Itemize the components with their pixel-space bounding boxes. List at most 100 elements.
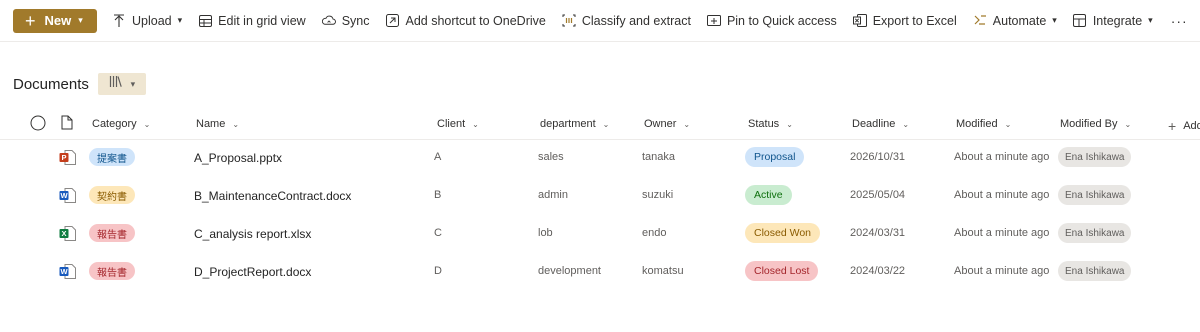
chevron-down-icon: ⌄ [1124,119,1132,129]
column-header-modified[interactable]: Modified ⌄ [956,118,1011,130]
select-all-checkbox[interactable] [30,115,46,131]
classify-icon [562,14,576,28]
svg-text:P: P [61,153,66,162]
chevron-down-icon: ⌄ [683,119,691,129]
xlsx-file-icon: X [59,226,76,241]
status-header-label: Status [748,118,780,130]
column-header-owner[interactable]: Owner ⌄ [644,118,690,130]
modified-value: About a minute ago [954,151,1050,163]
chevron-down-icon: ⌄ [143,119,151,129]
sync-button[interactable]: Sync [321,13,370,28]
new-button[interactable]: + New ▾ [13,8,97,33]
table-row[interactable]: X 報告書 C_analysis report.xlsx C lob endo … [0,214,1200,252]
integrate-icon [1073,14,1087,28]
file-type-icon[interactable] [61,115,73,130]
category-badge: 報告書 [89,262,135,280]
status-badge: Proposal [745,147,805,167]
column-header-status[interactable]: Status ⌄ [748,118,793,130]
list-header: Category ⌄ Name ⌄ Client ⌄ department ⌄ Owne… [0,112,1200,140]
category-badge: 契約書 [89,186,135,204]
chevron-down-icon: ▾ [78,15,83,25]
grid-view-label: Edit in grid view [218,13,306,28]
owner-value: komatsu [642,265,684,277]
client-value: D [434,265,442,277]
client-header-label: Client [437,118,466,130]
plus-icon: + [25,10,36,31]
column-header-category[interactable]: Category ⌄ [92,118,150,130]
status-badge: Closed Won [745,223,821,243]
deadline-value: 2024/03/22 [850,265,906,277]
client-value: A [434,151,442,163]
library-header: Documents ▾ [13,73,146,95]
deadline-header-label: Deadline [852,118,896,130]
modified-value: About a minute ago [954,265,1050,277]
table-row[interactable]: P 提案書 A_Proposal.pptx A sales tanaka Pro… [0,138,1200,176]
chevron-down-icon: ⌄ [1004,119,1012,129]
svg-text:W: W [60,267,68,276]
view-switcher-button[interactable]: ▾ [97,73,146,95]
file-name-link[interactable]: C_analysis report.xlsx [194,227,311,241]
file-name-link[interactable]: A_Proposal.pptx [194,151,282,165]
sync-label: Sync [341,13,370,28]
shortcut-icon [386,14,400,28]
add-column-button[interactable]: + Add [1168,118,1200,134]
category-badge: 報告書 [89,224,135,242]
upload-button[interactable]: Upload ▾ [112,14,182,28]
automate-button[interactable]: Automate ▾ [973,14,1057,28]
department-value: development [538,265,601,277]
modified-header-label: Modified [956,118,998,130]
export-excel-button[interactable]: Export to Excel [852,13,957,28]
chevron-down-icon: ▾ [130,78,136,89]
table-row[interactable]: W 契約書 B_MaintenanceContract.docx B admin… [0,176,1200,214]
pin-quick-access-button[interactable]: Pin to Quick access [706,13,837,28]
column-header-name[interactable]: Name ⌄ [196,118,239,130]
department-header-label: department [540,118,596,130]
add-shortcut-label: Add shortcut to OneDrive [405,13,546,28]
column-header-deadline[interactable]: Deadline ⌄ [852,118,909,130]
classify-extract-button[interactable]: Classify and extract [562,14,691,28]
integrate-button[interactable]: Integrate ▾ [1073,14,1153,28]
library-view-icon [109,75,123,93]
svg-text:X: X [61,229,66,238]
category-badge: 提案書 [89,148,135,166]
modified-by-persona[interactable]: Ena Ishikawa [1058,223,1132,243]
category-header-label: Category [92,118,137,130]
modified-value: About a minute ago [954,227,1050,239]
deadline-value: 2024/03/31 [850,227,906,239]
grid-icon [198,14,212,28]
automate-label: Automate [992,13,1047,28]
sync-icon [321,14,336,28]
export-excel-label: Export to Excel [872,13,957,28]
column-header-client[interactable]: Client ⌄ [437,118,479,130]
docx-file-icon: W [59,264,76,279]
owner-value: endo [642,227,667,239]
name-header-label: Name [196,118,226,130]
docx-file-icon: W [59,188,76,203]
table-row[interactable]: W 報告書 D_ProjectReport.docx D development… [0,252,1200,290]
upload-label: Upload [132,13,172,28]
chevron-down-icon: ▾ [1148,15,1153,25]
grid-view-button[interactable]: Edit in grid view [198,14,306,28]
owner-value: suzuki [642,189,674,201]
file-name-link[interactable]: B_MaintenanceContract.docx [194,189,351,203]
modified-by-persona[interactable]: Ena Ishikawa [1058,185,1132,205]
pin-quick-access-label: Pin to Quick access [726,13,837,28]
chevron-down-icon: ⌄ [602,119,610,129]
modified-by-persona[interactable]: Ena Ishikawa [1058,147,1132,167]
more-options-icon[interactable]: ··· [1171,13,1188,29]
plus-icon: + [1168,118,1177,134]
client-value: C [434,227,442,239]
column-header-modified-by[interactable]: Modified By ⌄ [1060,118,1131,130]
page-title: Documents [13,75,89,93]
new-button-label: New [44,13,72,28]
column-header-department[interactable]: department ⌄ [540,118,609,130]
add-column-label: Add [1183,120,1200,132]
modified-by-persona[interactable]: Ena Ishikawa [1058,261,1132,281]
pptx-file-icon: P [59,150,76,165]
command-bar: + New ▾ Upload ▾ Edit in grid view Sync … [0,0,1200,42]
modified-by-header-label: Modified By [1060,118,1118,130]
modified-value: About a minute ago [954,189,1050,201]
add-shortcut-button[interactable]: Add shortcut to OneDrive [386,14,546,28]
status-badge: Closed Lost [745,261,819,281]
file-name-link[interactable]: D_ProjectReport.docx [194,265,311,279]
